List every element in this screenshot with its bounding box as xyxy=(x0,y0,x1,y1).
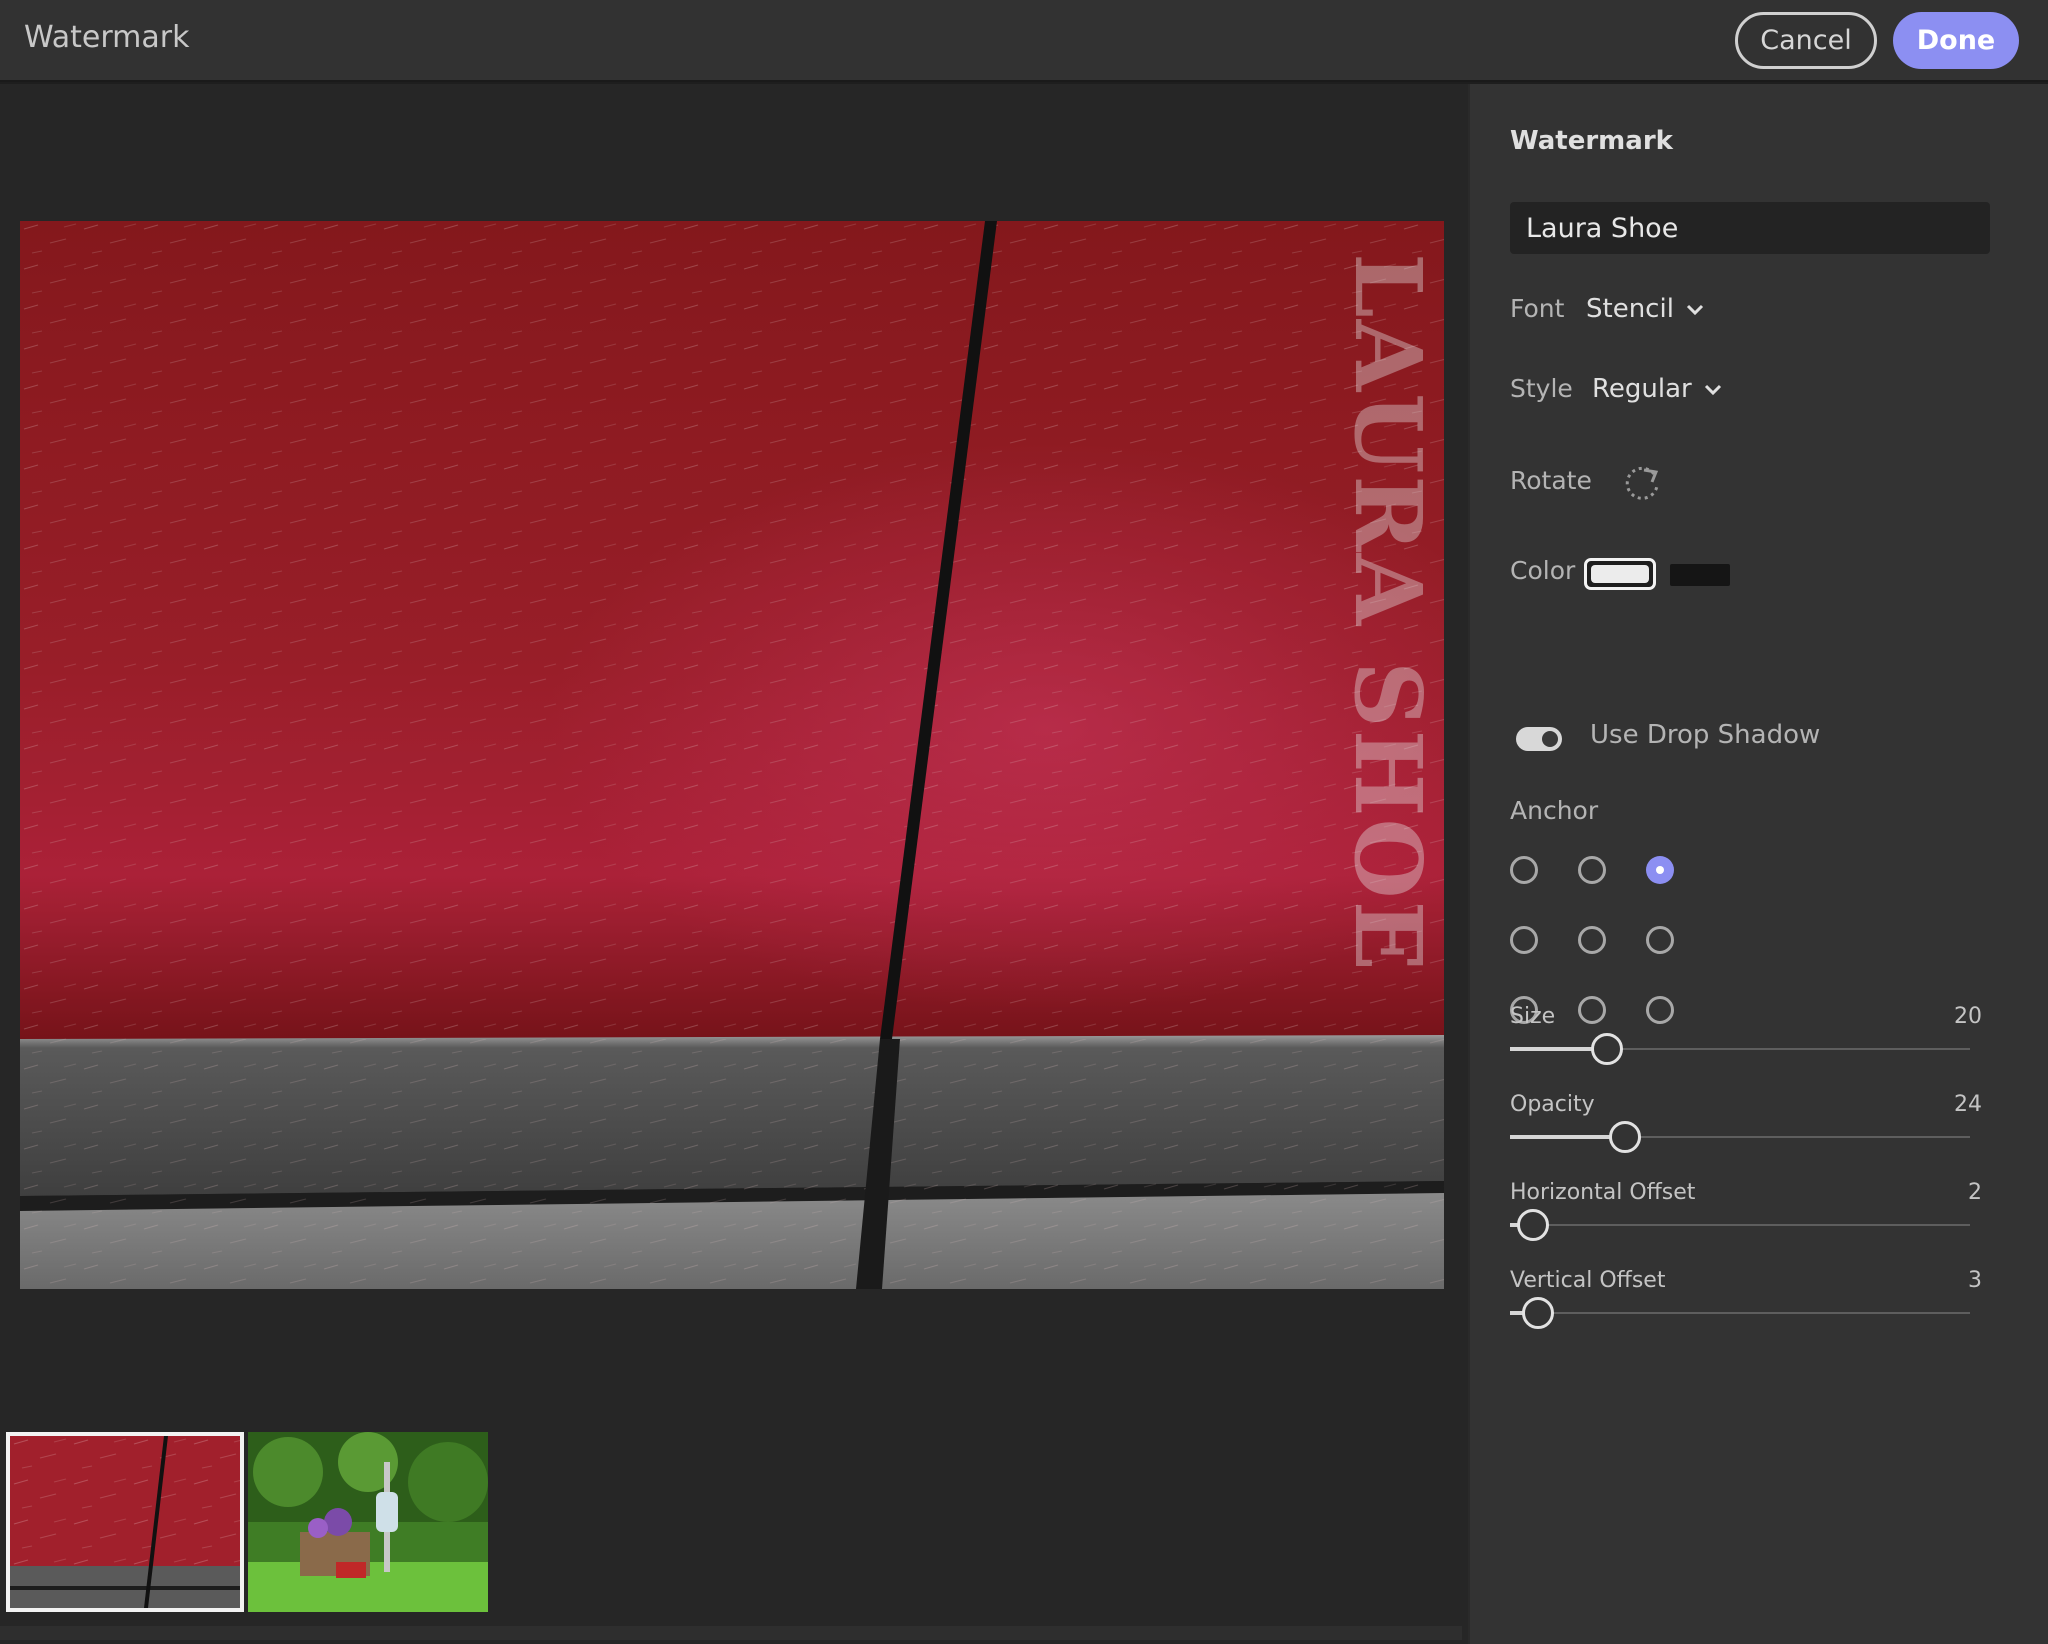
slider-fill xyxy=(1510,1135,1625,1139)
title-bar: Watermark Cancel Done xyxy=(0,0,2048,82)
window-title: Watermark xyxy=(24,20,190,55)
slider-group: Size 20 Opacity 24 Horizontal Offset 2 Vertica… xyxy=(1470,84,2048,1644)
slider-label: Horizontal Offset xyxy=(1510,1180,1696,1205)
thumbnail-selected[interactable] xyxy=(6,1432,244,1612)
slider-value: 3 xyxy=(1968,1268,1982,1293)
slider-label: Opacity xyxy=(1510,1092,1595,1117)
preview-photo: LAURA SHOE xyxy=(20,221,1444,1289)
slider-label: Vertical Offset xyxy=(1510,1268,1666,1293)
slider-value: 20 xyxy=(1954,1004,1982,1029)
watermark-overlay: LAURA SHOE xyxy=(1334,253,1442,973)
slider-track[interactable] xyxy=(1510,1033,1970,1065)
slider-track[interactable] xyxy=(1510,1209,1970,1241)
slider-thumb[interactable] xyxy=(1609,1121,1641,1153)
filmstrip xyxy=(0,1428,1468,1622)
slider-label: Size xyxy=(1510,1004,1556,1029)
cancel-button[interactable]: Cancel xyxy=(1735,12,1877,69)
preview-canvas: LAURA SHOE xyxy=(0,84,1468,1644)
slider-track[interactable] xyxy=(1510,1121,1970,1153)
slider-value: 24 xyxy=(1954,1092,1982,1117)
slider-track[interactable] xyxy=(1510,1297,1970,1329)
thumbnail-garden[interactable] xyxy=(248,1432,488,1612)
slider-thumb[interactable] xyxy=(1590,1033,1623,1065)
slider-thumb[interactable] xyxy=(1517,1209,1549,1241)
watermark-settings-panel: Watermark Font Stencil Style Regular Rot… xyxy=(1468,84,2048,1644)
slider-thumb[interactable] xyxy=(1521,1297,1554,1329)
slider-value: 2 xyxy=(1968,1180,1982,1205)
filmstrip-scrollbar[interactable] xyxy=(0,1626,1462,1640)
done-button[interactable]: Done xyxy=(1893,12,2019,69)
